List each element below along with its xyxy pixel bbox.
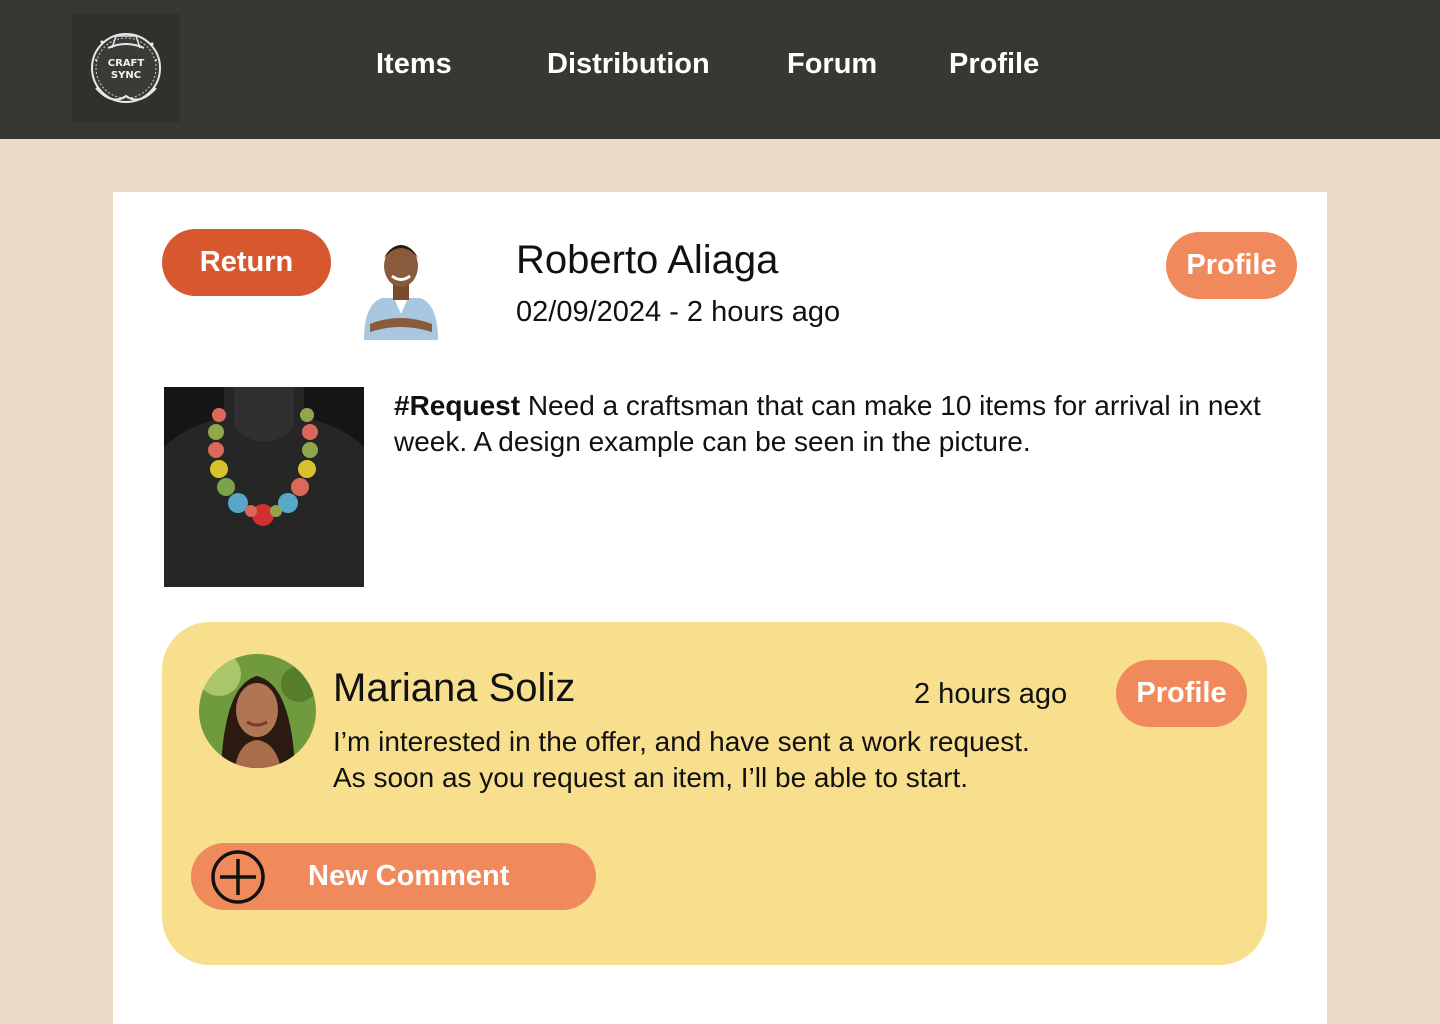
post-date: 02/09/2024 - 2 hours ago (516, 296, 841, 328)
logo-emblem-icon: CRAFT SYNC (91, 33, 161, 103)
request-item-image[interactable] (164, 387, 364, 587)
author-profile-button[interactable]: Profile (1166, 232, 1297, 299)
logo-text-line-2: SYNC (111, 70, 141, 81)
nav-profile[interactable]: Profile (949, 48, 1039, 81)
necklace-image-icon (164, 387, 364, 587)
post-body: #Request Need a craftsman that can make … (394, 388, 1274, 460)
comment-timestamp: 2 hours ago (914, 678, 1068, 710)
post-tag: #Request (394, 390, 521, 421)
commenter-avatar[interactable] (199, 654, 316, 768)
new-comment-button[interactable]: New Comment (191, 843, 596, 910)
commenter-name: Mariana Soliz (333, 666, 576, 710)
nav-items[interactable]: Items (376, 48, 452, 81)
new-comment-label: New Comment (308, 860, 510, 892)
comment-body-line-2: As soon as you request an item, I’ll be … (333, 762, 969, 793)
top-navigation-bar: CRAFT SYNC Items Distribution Forum Prof… (0, 0, 1440, 139)
post-author-name: Roberto Aliaga (516, 238, 779, 282)
author-avatar[interactable] (360, 228, 442, 340)
logo-text-line-1: CRAFT (108, 58, 145, 69)
nav-distribution[interactable]: Distribution (547, 48, 710, 81)
comment-body: I’m interested in the offer, and have se… (333, 724, 1093, 796)
return-button[interactable]: Return (162, 229, 331, 296)
post-body-text: Need a craftsman that can make 10 items … (394, 390, 1261, 457)
craft-sync-logo[interactable]: CRAFT SYNC (72, 14, 180, 122)
comment-body-line-1: I’m interested in the offer, and have se… (333, 726, 1030, 757)
commenter-profile-button[interactable]: Profile (1116, 660, 1247, 727)
person-avatar-icon (364, 245, 438, 340)
person-avatar-icon (199, 654, 316, 768)
plus-circle-icon (211, 850, 265, 904)
nav-forum[interactable]: Forum (787, 48, 877, 81)
